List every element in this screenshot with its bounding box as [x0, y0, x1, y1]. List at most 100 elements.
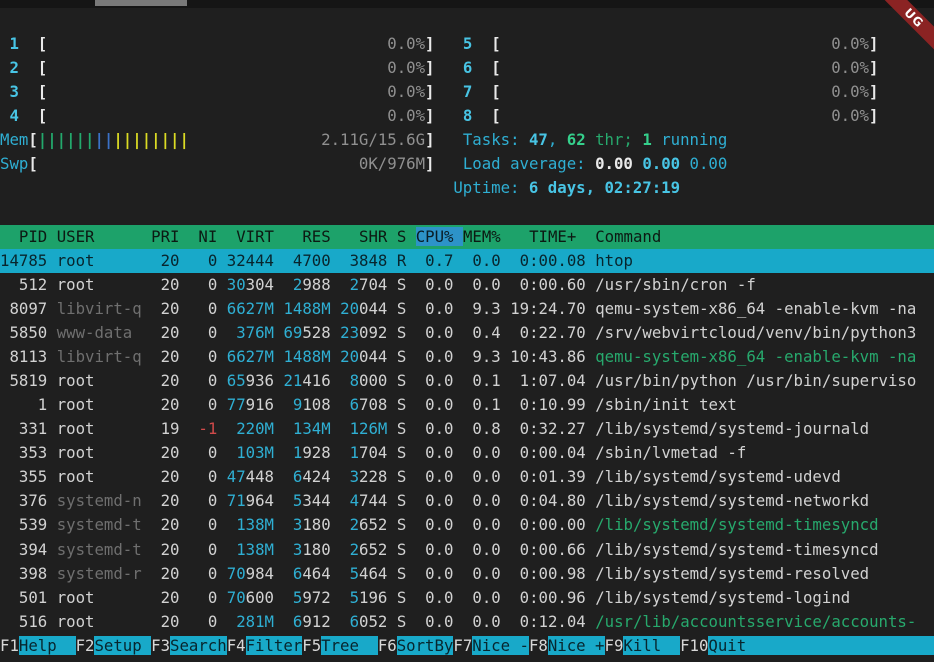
fn-filter-button[interactable]: Filter [246, 636, 303, 655]
cell-mem: 0.0 [463, 251, 501, 270]
cell-user: root [57, 443, 142, 462]
memory-meter-and-tasks-row: Mem[|||||||||||||||| 2.11G/15.6G] Tasks:… [0, 128, 934, 152]
fn-sortby-button[interactable]: SortBy [397, 636, 454, 655]
cell-user: systemd-r [57, 564, 142, 583]
column-header-time[interactable]: TIME+ [510, 227, 586, 246]
column-header-mem[interactable]: MEM% [463, 227, 501, 246]
cpu5-label: 5 [463, 34, 472, 53]
cell-state: S [397, 491, 406, 510]
column-header-shr[interactable]: SHR [340, 227, 387, 246]
cell-nice: 0 [189, 371, 217, 390]
cell-state: S [397, 371, 406, 390]
process-row[interactable]: 5850 www-data 20 0 376M 69528 23092 S 0.… [0, 321, 934, 345]
cell-time: 0:32.27 [510, 419, 586, 438]
cell-cpu: 0.0 [416, 467, 454, 486]
cell-pid: 394 [0, 540, 47, 559]
process-row[interactable]: 353 root 20 0 103M 1928 1704 S 0.0 0.0 0… [0, 441, 934, 465]
fn-setup-button[interactable]: Setup [94, 636, 151, 655]
key-f9[interactable]: F9 [605, 636, 624, 655]
column-header-res[interactable]: RES [283, 227, 330, 246]
cell-time: 0:00.08 [510, 251, 586, 270]
cell-time: 0:00.66 [510, 540, 586, 559]
cell-pid: 398 [0, 564, 47, 583]
cell-virt: 70 [227, 564, 246, 583]
cell-virt: 47 [227, 467, 246, 486]
cell-shr: 8 [340, 371, 359, 390]
column-header-state[interactable]: S [397, 227, 406, 246]
swap-bar-close-bracket: ] [425, 154, 434, 173]
fn-nice-minus-button[interactable]: Nice - [472, 636, 529, 655]
key-f4[interactable]: F4 [227, 636, 246, 655]
cell-cpu: 0.0 [416, 275, 454, 294]
process-row[interactable]: 355 root 20 0 47448 6424 3228 S 0.0 0.0 … [0, 465, 934, 489]
cpu1-bar-open-bracket: [ [38, 34, 47, 53]
column-header-pri[interactable]: PRI [151, 227, 179, 246]
cell-priority: 20 [151, 515, 179, 534]
cell-res: 4 [283, 251, 302, 270]
process-row[interactable]: 8113 libvirt-q 20 0 6627M 1488M 20044 S … [0, 345, 934, 369]
column-header-cpu-sort[interactable]: CPU% [416, 227, 463, 246]
column-header-ni[interactable]: NI [189, 227, 217, 246]
process-row[interactable]: 1 root 20 0 77916 9108 6708 S 0.0 0.1 0:… [0, 393, 934, 417]
cell-pid: 5819 [0, 371, 47, 390]
cpu-meter-row-4: 4 [ 0.0%] 8 [ 0.0%] [0, 104, 934, 128]
cell-nice: -1 [189, 419, 217, 438]
process-row[interactable]: 8097 libvirt-q 20 0 6627M 1488M 20044 S … [0, 297, 934, 321]
process-row[interactable]: 501 root 20 0 70600 5972 5196 S 0.0 0.0 … [0, 586, 934, 610]
cell-nice: 0 [189, 564, 217, 583]
cell-mem: 0.0 [463, 443, 501, 462]
fn-kill-button[interactable]: Kill [623, 636, 680, 655]
process-row[interactable]: 376 systemd-n 20 0 71964 5344 4744 S 0.0… [0, 489, 934, 513]
cell-state: S [397, 395, 406, 414]
fn-tree-button[interactable]: Tree [321, 636, 378, 655]
key-f2[interactable]: F2 [76, 636, 95, 655]
cell-time: 0:22.70 [510, 323, 586, 342]
cell-priority: 20 [151, 588, 179, 607]
cell-mem: 0.8 [463, 419, 501, 438]
process-row[interactable]: 394 systemd-t 20 0 138M 3180 2652 S 0.0 … [0, 538, 934, 562]
fn-quit-button[interactable]: Quit [708, 636, 934, 655]
key-f10[interactable]: F10 [680, 636, 708, 655]
window-tab-handle[interactable] [95, 0, 187, 6]
cpu2-value: 0.0% [387, 58, 425, 77]
cell-nice: 0 [189, 323, 217, 342]
cell-state: S [397, 515, 406, 534]
key-f6[interactable]: F6 [378, 636, 397, 655]
key-f3[interactable]: F3 [151, 636, 170, 655]
process-row[interactable]: 539 systemd-t 20 0 138M 3180 2652 S 0.0 … [0, 513, 934, 537]
process-row[interactable]: 398 systemd-r 20 0 70984 6464 5464 S 0.0… [0, 562, 934, 586]
fn-nice-plus-button[interactable]: Nice + [548, 636, 605, 655]
column-header-command[interactable]: Command [595, 227, 661, 246]
cpu8-value: 0.0% [831, 106, 869, 125]
cell-command: /srv/webvirtcloud/venv/bin/python3 [595, 323, 916, 342]
process-row[interactable]: 331 root 19 -1 220M 134M 126M S 0.0 0.8 … [0, 417, 934, 441]
fn-help-button[interactable]: Help [19, 636, 76, 655]
fn-search-button[interactable]: Search [170, 636, 227, 655]
process-row[interactable]: 512 root 20 0 30304 2988 2704 S 0.0 0.0 … [0, 273, 934, 297]
cpu3-value: 0.0% [387, 82, 425, 101]
process-row[interactable]: 516 root 20 0 281M 6912 6052 S 0.0 0.0 0… [0, 610, 934, 634]
cpu6-bar-open-bracket: [ [491, 58, 500, 77]
mem-buffer-bars: || [94, 130, 113, 149]
cell-mem: 0.1 [463, 395, 501, 414]
key-f7[interactable]: F7 [453, 636, 472, 655]
cell-mem: 9.3 [463, 299, 501, 318]
cell-nice: 0 [189, 540, 217, 559]
column-header-pid[interactable]: PID [0, 227, 47, 246]
key-f1[interactable]: F1 [0, 636, 19, 655]
key-f5[interactable]: F5 [302, 636, 321, 655]
cell-user: systemd-t [57, 540, 142, 559]
process-row[interactable]: 14785 root 20 0 32444 4700 3848 R 0.7 0.… [0, 249, 934, 273]
cell-user: libvirt-q [57, 299, 142, 318]
cell-virt: 138M [227, 540, 274, 559]
cpu4-value: 0.0% [387, 106, 425, 125]
process-row[interactable]: 5819 root 20 0 65936 21416 8000 S 0.0 0.… [0, 369, 934, 393]
key-f8[interactable]: F8 [529, 636, 548, 655]
cell-mem: 0.4 [463, 323, 501, 342]
cell-cpu: 0.7 [416, 251, 454, 270]
cell-state: S [397, 588, 406, 607]
cell-res: 134M [283, 419, 330, 438]
column-header-user[interactable]: USER [57, 227, 142, 246]
column-header-virt[interactable]: VIRT [227, 227, 274, 246]
debug-ribbon: UG [874, 0, 934, 60]
